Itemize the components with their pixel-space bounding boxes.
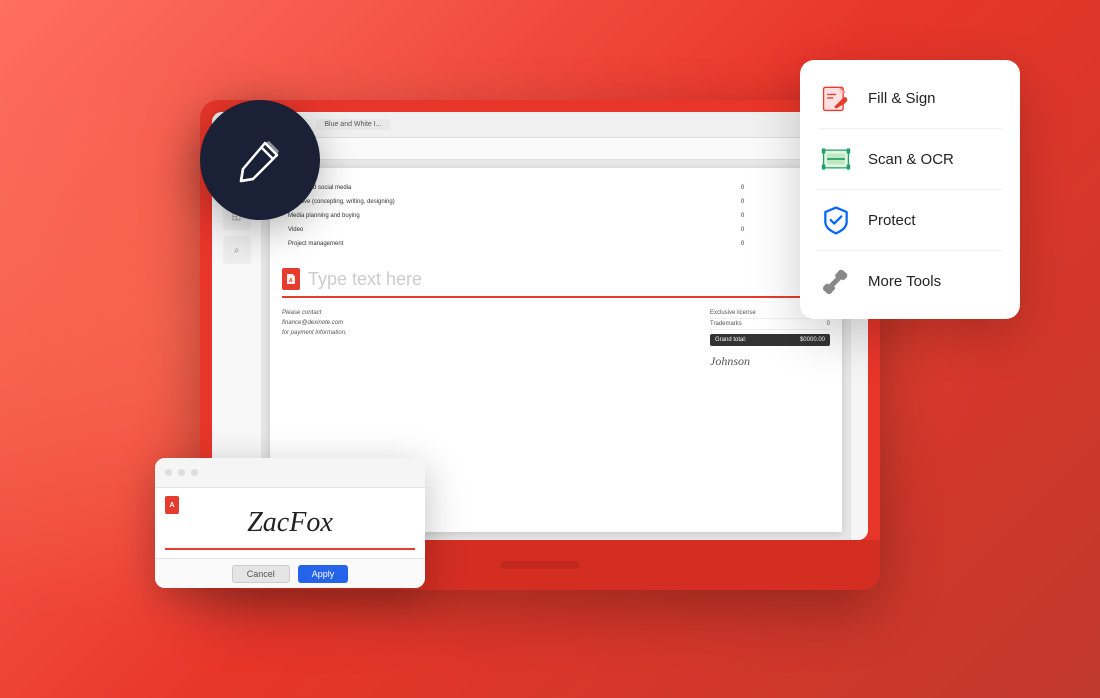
more-tools-item[interactable]: More Tools [800, 253, 1020, 309]
protect-icon-wrap [818, 202, 854, 238]
sig-card-footer: Cancel Apply [155, 558, 425, 588]
svg-text:A: A [289, 278, 293, 284]
more-tools-icon [820, 265, 852, 297]
apply-button[interactable]: Apply [298, 565, 349, 583]
scan-ocr-item[interactable]: Scan & OCR [800, 131, 1020, 187]
sig-card-body: A ZacFox [155, 488, 425, 558]
cancel-button[interactable]: Cancel [232, 565, 290, 583]
sig-card-header [155, 458, 425, 488]
signature-handwriting: ZacFox [247, 507, 333, 539]
table-row: Creative (concepting, writing, designing… [284, 196, 828, 208]
sig-dot-2 [178, 469, 185, 476]
acrobat-small-icon: A [282, 268, 300, 290]
sig-underline [165, 548, 415, 550]
tools-panel: Fill & Sign Scan & OCR Protect [800, 60, 1020, 319]
table-row: Digital and social media 0 0 [284, 182, 828, 194]
contact-text: Please contact finance@dexinote.com for … [282, 308, 700, 339]
divider-1 [818, 128, 1002, 129]
laptop-notch [500, 561, 580, 569]
table-row: Media planning and buying 0 0 [284, 210, 828, 222]
grand-total-row: Grand total: $0000.00 [710, 334, 830, 346]
type-text-area[interactable]: A Type text here [282, 262, 830, 298]
scan-icon [820, 143, 852, 175]
divider-2 [818, 189, 1002, 190]
signature-display: Johnson [710, 354, 830, 369]
fill-sign-label: Fill & Sign [868, 90, 936, 107]
document-tab[interactable]: Blue and White I... [316, 119, 389, 130]
table-row: Video 0 0 [284, 224, 828, 236]
protect-item[interactable]: Protect [800, 192, 1020, 248]
fill-sign-icon-wrap [818, 80, 854, 116]
fill-sign-icon [820, 82, 852, 114]
protect-icon [820, 204, 852, 236]
contact-info: Please contact finance@dexinote.com for … [282, 308, 700, 369]
signature-card: A ZacFox Cancel Apply [155, 458, 425, 588]
divider-3 [818, 250, 1002, 251]
protect-label: Protect [868, 212, 916, 229]
scan-ocr-icon-wrap [818, 141, 854, 177]
scan-ocr-label: Scan & OCR [868, 151, 954, 168]
pdf-table: Digital and social media 0 0 Creative (c… [282, 180, 830, 252]
fill-sign-item[interactable]: Fill & Sign [800, 70, 1020, 126]
pen-circle-icon [200, 100, 320, 220]
trademarks-row: Trademarks 0 [710, 319, 830, 330]
more-tools-icon-wrap [818, 263, 854, 299]
sig-dot-1 [165, 469, 172, 476]
sig-acrobat-icon: A [165, 496, 179, 514]
more-tools-label: More Tools [868, 273, 941, 290]
table-row: Project management 0 0 [284, 238, 828, 250]
pdf-bottom-section: Please contact finance@dexinote.com for … [282, 308, 830, 369]
sig-dot-3 [191, 469, 198, 476]
sidebar-search-icon[interactable]: ⌕ [223, 236, 251, 264]
type-text-placeholder: Type text here [308, 269, 422, 290]
